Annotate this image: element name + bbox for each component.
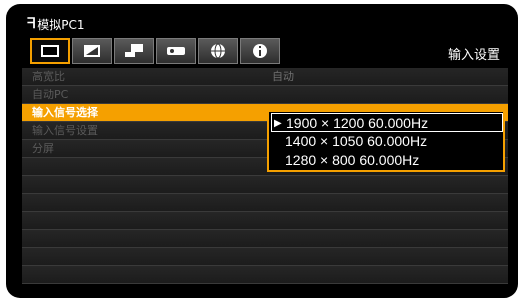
section-title: 输入设置 [447,48,500,63]
menu-list: 高宽比 自动 自动PC 输入信号选择 输入信号设置 分屏 [22,68,508,284]
projector-icon [167,47,185,55]
tab-image-adjust[interactable] [72,38,112,64]
menu-item-auto-pc[interactable]: 自动PC [22,86,508,104]
menu-item-label: 高宽比 [32,70,65,83]
menu-item-aspect[interactable]: 高宽比 自动 [22,68,508,86]
input-source-indicator: ᖷ 模拟PC1 [27,14,85,34]
tab-display[interactable] [30,38,70,64]
menu-item-label: 输入信号设置 [32,124,98,137]
tab-network[interactable] [198,38,238,64]
resolution-dropdown: ▶ 1900 × 1200 60.000Hz 1400 × 1050 60.00… [267,110,505,172]
menu-empty-row [22,176,508,194]
screen-icon [41,45,59,57]
menu-item-label: 分屏 [32,142,54,155]
menu-empty-row [22,212,508,230]
menu-empty-row [22,230,508,248]
menu-empty-row [22,266,508,284]
menu-item-label: 输入信号选择 [32,106,98,119]
menu-empty-row [22,248,508,266]
resolution-option-label: 1400 × 1050 60.000Hz [285,133,428,149]
tab-projector[interactable] [156,38,196,64]
selected-arrow-icon: ▶ [274,118,282,129]
input-source-label: 模拟PC1 [37,17,85,32]
menu-item-value: 自动 [272,70,294,83]
tab-install[interactable] [114,38,154,64]
image-adjust-icon [84,45,100,57]
resolution-option-label: 1900 × 1200 60.000Hz [286,115,429,131]
resolution-option-label: 1280 × 800 60.000Hz [285,152,420,168]
resolution-option[interactable]: 1400 × 1050 60.000Hz [271,132,503,151]
network-globe-icon [211,43,225,59]
resolution-option-selected[interactable]: ▶ 1900 × 1200 60.000Hz [271,113,503,132]
source-logo-icon: ᖷ [27,16,36,32]
install-icon [125,44,143,57]
tab-info[interactable] [240,38,280,64]
resolution-option[interactable]: 1280 × 800 60.000Hz [271,151,503,170]
menu-empty-row [22,194,508,212]
menu-tab-bar: 输入设置 [22,38,508,66]
menu-item-label: 自动PC [32,88,69,101]
info-icon [253,44,267,58]
